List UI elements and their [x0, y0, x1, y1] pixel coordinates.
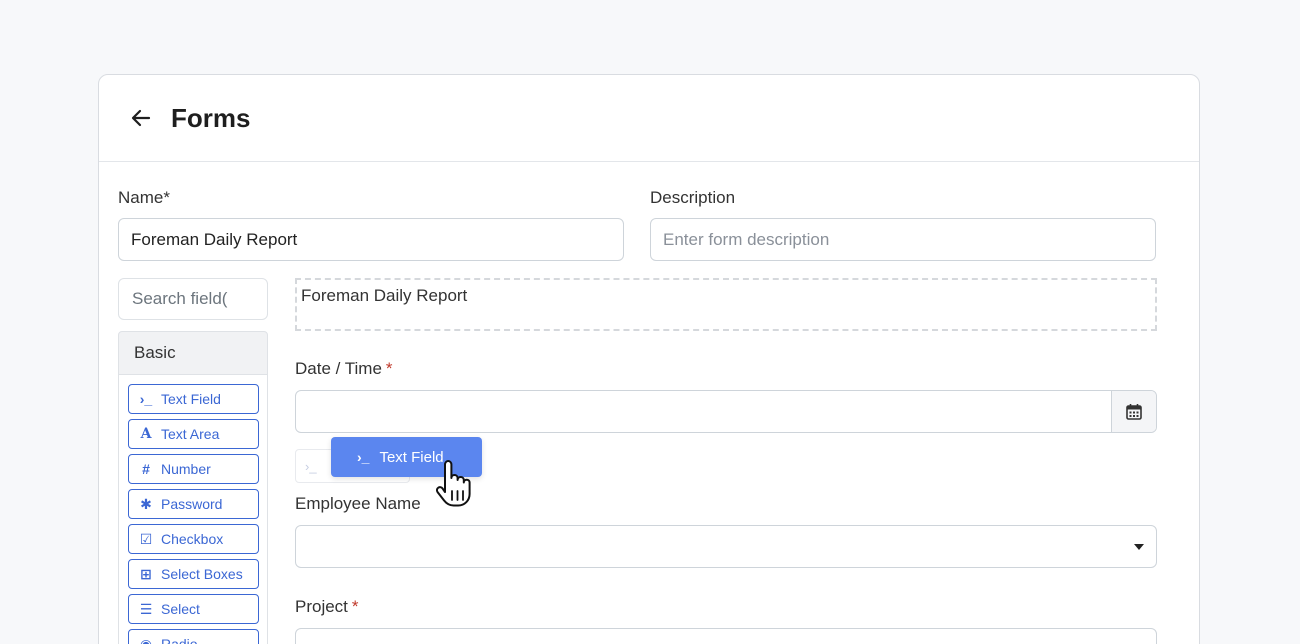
- required-marker: *: [351, 597, 359, 616]
- form-builder-card: Forms Name* Foreman Daily Report Descrip…: [98, 74, 1200, 644]
- required-marker: *: [385, 359, 393, 378]
- back-button[interactable]: [129, 106, 153, 130]
- component-label: Password: [161, 496, 223, 512]
- hand-pointer-cursor-icon: [435, 460, 471, 507]
- name-input[interactable]: Foreman Daily Report: [118, 218, 624, 261]
- terminal-icon: ›_: [139, 391, 153, 407]
- component-text-field[interactable]: ›_ Text Field: [128, 384, 259, 414]
- description-input[interactable]: Enter form description: [650, 218, 1156, 261]
- component-label: Number: [161, 461, 211, 477]
- component-select[interactable]: ☰ Select: [128, 594, 259, 624]
- employee-name-label: Employee Name: [295, 494, 421, 513]
- check-square-icon: ☑: [139, 530, 153, 547]
- calendar-icon: [1126, 404, 1142, 420]
- description-label: Description: [650, 188, 736, 207]
- component-label: Select: [161, 601, 200, 617]
- component-label: Checkbox: [161, 531, 224, 547]
- terminal-icon: ›_: [305, 458, 317, 474]
- arrow-left-icon: [131, 109, 151, 127]
- asterisk-icon: ✱: [140, 495, 152, 512]
- component-checkbox[interactable]: ☑ Checkbox: [128, 524, 259, 554]
- date-time-field[interactable]: [296, 391, 1111, 432]
- name-label: Name*: [118, 188, 170, 207]
- component-label: Text Area: [161, 426, 220, 442]
- group-basic-header[interactable]: Basic: [118, 331, 268, 375]
- list-icon: ☰: [139, 600, 153, 617]
- date-time-label: Date / Time *: [295, 359, 393, 379]
- form-title-component[interactable]: Foreman Daily Report: [295, 278, 1157, 331]
- search-fields-input[interactable]: Search field(: [118, 278, 268, 320]
- project-label: Project *: [295, 597, 359, 617]
- dot-circle-icon: ◉: [139, 635, 153, 644]
- caret-down-icon: [1134, 544, 1144, 550]
- component-label: Select Boxes: [161, 566, 243, 582]
- calendar-button[interactable]: [1111, 391, 1156, 432]
- component-label: Radio: [161, 636, 198, 644]
- component-number[interactable]: # Number: [128, 454, 259, 484]
- hashtag-icon: #: [142, 461, 150, 477]
- font-icon: A: [140, 426, 152, 442]
- component-select-boxes[interactable]: ⊞ Select Boxes: [128, 559, 259, 589]
- page-title: Forms: [171, 102, 251, 133]
- date-time-label-text: Date / Time: [295, 359, 382, 378]
- plus-square-icon: ⊞: [140, 565, 152, 582]
- employee-name-select[interactable]: [295, 525, 1157, 568]
- component-password[interactable]: ✱ Password: [128, 489, 259, 519]
- terminal-icon: ›_: [357, 449, 370, 465]
- component-label: Text Field: [161, 391, 221, 407]
- group-basic-body: ›_ Text Field A Text Area # Number ✱ Pas…: [118, 375, 268, 644]
- component-radio[interactable]: ◉ Radio: [128, 629, 259, 644]
- card-header: Forms: [99, 75, 1199, 162]
- component-text-area[interactable]: A Text Area: [128, 419, 259, 449]
- project-input[interactable]: [295, 628, 1157, 644]
- project-label-text: Project: [295, 597, 348, 616]
- date-time-input[interactable]: [295, 390, 1157, 433]
